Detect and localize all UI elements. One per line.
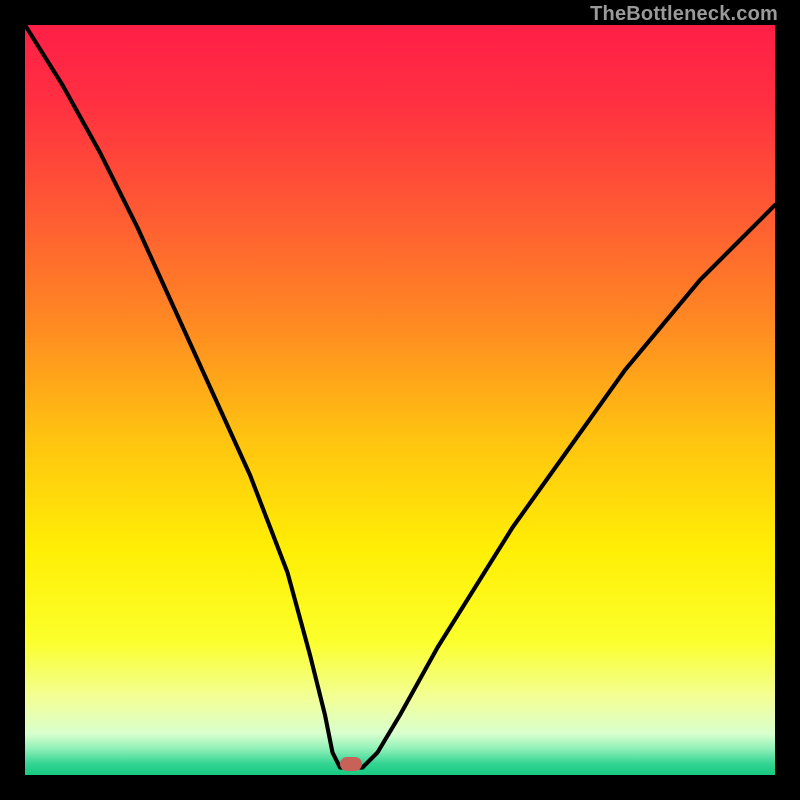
bottleneck-curve (25, 25, 775, 775)
watermark-text: TheBottleneck.com (590, 3, 778, 26)
chart-frame: TheBottleneck.com (0, 0, 800, 800)
optimal-point-marker (340, 757, 362, 771)
plot-area (25, 25, 775, 775)
